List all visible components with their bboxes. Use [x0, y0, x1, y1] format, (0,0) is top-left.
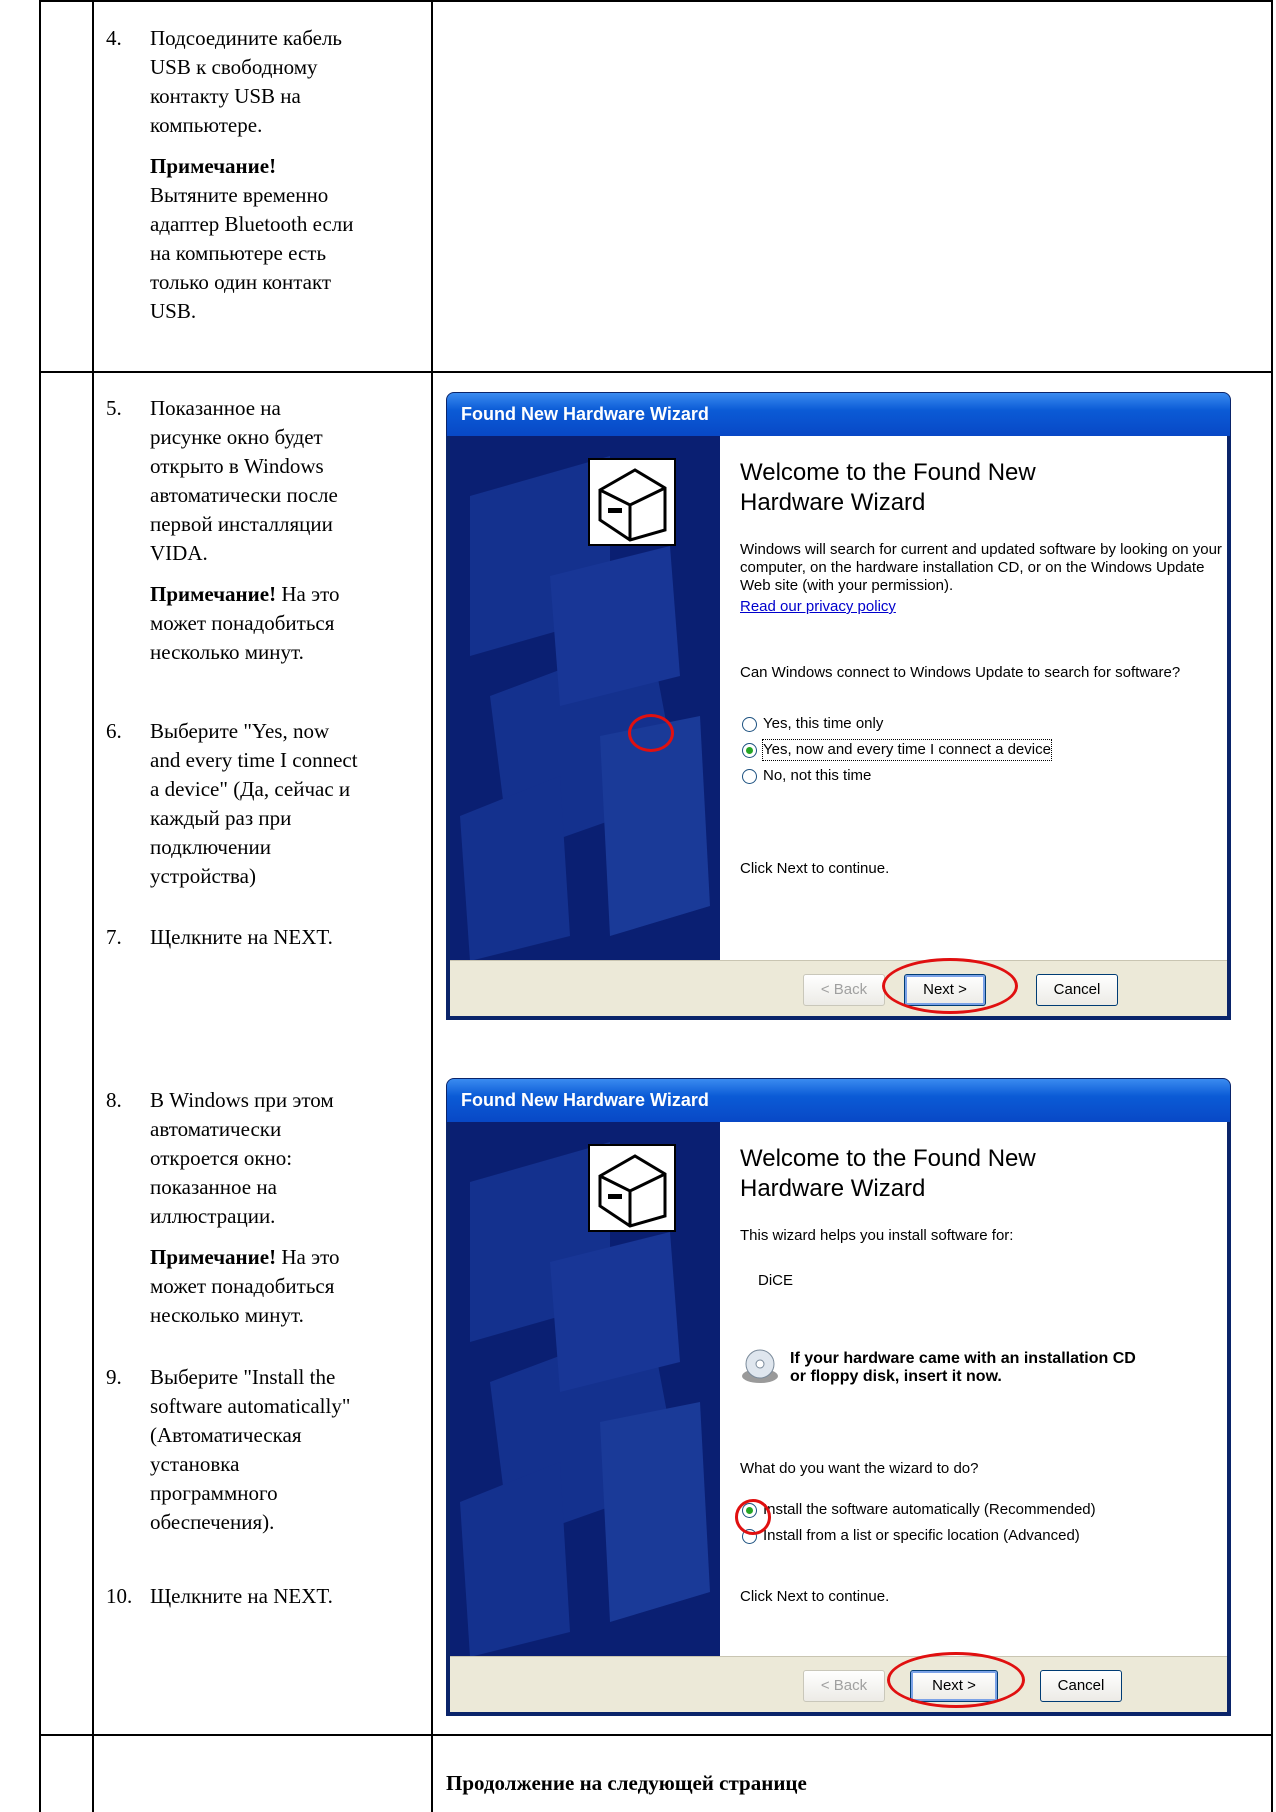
step-text: Щелкните на NEXT.	[150, 925, 333, 949]
wizard-description: Windows will search for current and upda…	[740, 541, 1222, 594]
step-text: каждый раз при	[150, 806, 292, 830]
step-text: Подсоедините кабель	[150, 26, 343, 50]
wizard-title: Found New Hardware Wizard	[447, 1079, 1230, 1122]
note-text: несколько минут.	[150, 1303, 304, 1327]
step-text: (Автоматическая	[150, 1423, 302, 1447]
note-text: На это	[276, 582, 340, 606]
radio-no-not-this-time[interactable]: No, not this time	[742, 766, 871, 786]
step-text: показанное на	[150, 1175, 277, 1199]
radio-yes-this-time[interactable]: Yes, this time only	[742, 714, 883, 734]
step-number: 7.	[106, 925, 122, 949]
highlight-circle-radio	[735, 1499, 771, 1535]
table-row-divider-2	[39, 1734, 1272, 1736]
wizard-window-2: Found New Hardware Wizard Welcome to the…	[446, 1078, 1231, 1716]
note-text: адаптер Bluetooth если	[150, 212, 354, 236]
step-text: откроется окно:	[150, 1146, 293, 1170]
continued-next-page: Продолжение на следующей странице	[446, 1771, 807, 1795]
wizard-description: This wizard helps you install software f…	[740, 1227, 1014, 1244]
step-text: software automatically"	[150, 1394, 351, 1418]
wizard-footer-text: Click Next to continue.	[740, 1588, 890, 1605]
wizard-side-graphic	[450, 1122, 720, 1657]
step-text: рисунке окно будет	[150, 425, 323, 449]
cd-instruction: If your hardware came with an installati…	[790, 1350, 1136, 1385]
note-text: на компьютере есть	[150, 241, 327, 265]
highlight-circle-next	[887, 1652, 1025, 1708]
wizard-heading: Welcome to the Found New Hardware Wizard	[740, 1145, 1036, 1202]
note-text: Вытяните временно	[150, 183, 329, 207]
step-text: Показанное на	[150, 396, 281, 420]
step-text: Щелкните на NEXT.	[150, 1584, 333, 1608]
step-text: a device" (Да, сейчас и	[150, 777, 351, 801]
note-label: Примечание!	[150, 582, 277, 606]
step-text: контакту USB на	[150, 84, 301, 108]
radio-install-from-list[interactable]: Install from a list or specific location…	[742, 1526, 1080, 1546]
step-text: открыто в Windows	[150, 454, 324, 478]
step-text: Выберите "Install the	[150, 1365, 336, 1389]
note-text: несколько минут.	[150, 640, 304, 664]
step-text: обеспечения).	[150, 1510, 275, 1534]
step-text: установка	[150, 1452, 240, 1476]
note-text: только один контакт	[150, 270, 332, 294]
table-row-divider-1	[39, 371, 1272, 373]
note-label: Примечание!	[150, 154, 277, 178]
step-number: 9.	[106, 1365, 122, 1389]
step-number: 8.	[106, 1088, 122, 1112]
radio-button-selected[interactable]	[742, 742, 757, 758]
back-button[interactable]: < Back	[803, 974, 885, 1006]
step-number: 4.	[106, 26, 122, 50]
step-text: В Windows при этом	[150, 1088, 334, 1112]
step-text: Выберите "Yes, now	[150, 719, 330, 743]
highlight-circle-radio	[628, 714, 674, 752]
highlight-circle-next	[882, 958, 1018, 1014]
wizard-side-panel	[450, 436, 720, 961]
note-text: может понадобиться	[150, 1274, 335, 1298]
step-text: устройства)	[150, 864, 256, 888]
note-text: USB.	[150, 299, 197, 323]
cd-icon	[742, 1349, 778, 1383]
radio-yes-every-time[interactable]: Yes, now and every time I connect a devi…	[742, 739, 1052, 761]
wizard-title: Found New Hardware Wizard	[447, 393, 1230, 436]
table-border-left	[39, 0, 41, 1812]
step-text: VIDA.	[150, 541, 208, 565]
wizard-footer-text: Click Next to continue.	[740, 860, 890, 877]
note-text: На это	[276, 1245, 340, 1269]
device-name: DiCE	[758, 1272, 794, 1289]
step-text: иллюстрации.	[150, 1204, 276, 1228]
step-text: and every time I connect	[150, 748, 358, 772]
cancel-button[interactable]: Cancel	[1036, 974, 1118, 1006]
step-text: компьютере.	[150, 113, 263, 137]
hardware-icon	[588, 458, 676, 546]
table-col-divider-1	[92, 0, 94, 1812]
cancel-button[interactable]: Cancel	[1040, 1670, 1122, 1702]
radio-install-automatically[interactable]: Install the software automatically (Reco…	[742, 1500, 1096, 1520]
step-text: подключении	[150, 835, 271, 859]
back-button[interactable]: < Back	[803, 1670, 885, 1702]
radio-button[interactable]	[742, 716, 757, 732]
step-text: первой инсталляции	[150, 512, 333, 536]
wizard-side-panel	[450, 1122, 720, 1657]
wizard-side-graphic	[450, 436, 720, 961]
step-number: 10.	[106, 1584, 133, 1608]
hardware-icon	[588, 1144, 676, 1232]
wizard-button-bar: < Back Next > Cancel	[450, 960, 1227, 1016]
table-border-right	[1271, 0, 1273, 1812]
step-text: USB к свободному	[150, 55, 318, 79]
radio-button[interactable]	[742, 768, 757, 784]
step-text: программного	[150, 1481, 278, 1505]
note-label: Примечание!	[150, 1245, 277, 1269]
wizard-question: Can Windows connect to Windows Update to…	[740, 664, 1181, 681]
wizard-button-bar: < Back Next > Cancel	[450, 1656, 1227, 1712]
wizard-window-1: Found New Hardware Wizard Welcome to the…	[446, 392, 1231, 1020]
wizard-heading: Welcome to the Found New Hardware Wizard	[740, 459, 1036, 516]
step-number: 6.	[106, 719, 122, 743]
step-number: 5.	[106, 396, 122, 420]
table-border-top	[39, 0, 1272, 2]
privacy-policy-link[interactable]: Read our privacy policy	[740, 598, 896, 616]
step-text: автоматически после	[150, 483, 338, 507]
wizard-question: What do you want the wizard to do?	[740, 1460, 979, 1477]
step-text: автоматически	[150, 1117, 282, 1141]
note-text: может понадобиться	[150, 611, 335, 635]
